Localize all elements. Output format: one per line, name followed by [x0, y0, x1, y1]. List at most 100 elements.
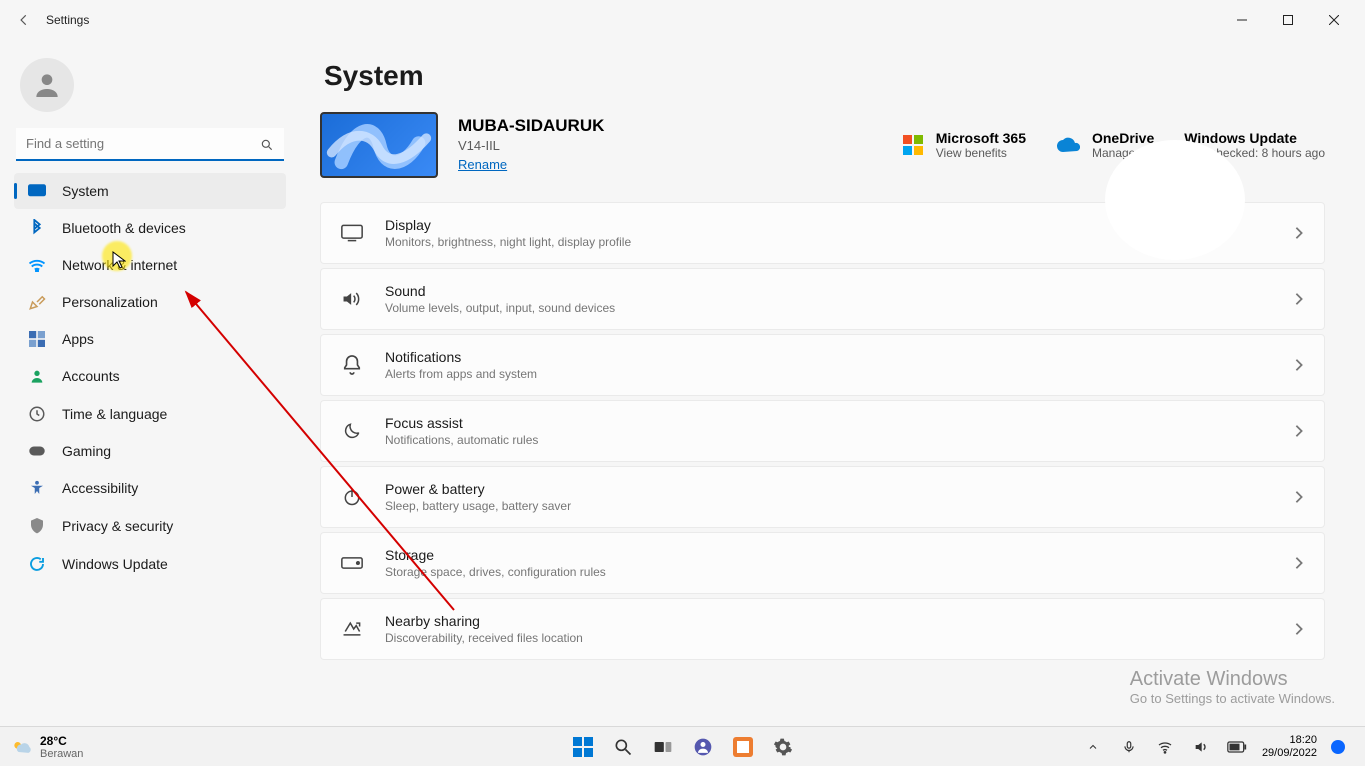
card-desc: Volume levels, output, input, sound devi… — [385, 301, 615, 315]
apps-icon — [28, 331, 46, 347]
content-pane: System MUBA-SIDAURUK V14-IIL Rename — [300, 40, 1365, 726]
device-thumbnail — [320, 112, 438, 178]
weather-widget[interactable]: 28°C Berawan — [40, 734, 83, 760]
taskbar-app-camtasia[interactable] — [732, 736, 754, 758]
taskbar-search-icon[interactable] — [612, 736, 634, 758]
maximize-button[interactable] — [1265, 4, 1311, 36]
tray-chevron-icon[interactable] — [1082, 736, 1104, 758]
sidebar-item-label: Windows Update — [62, 556, 168, 572]
start-button[interactable] — [572, 736, 594, 758]
settings-card-sound[interactable]: Sound Volume levels, output, input, sound… — [320, 268, 1325, 330]
card-title: Display — [385, 217, 631, 233]
window-titlebar: Settings — [0, 0, 1365, 40]
microsoft-365-icon — [902, 134, 924, 156]
chevron-right-icon — [1294, 292, 1304, 306]
sidebar-item-label: Gaming — [62, 443, 111, 459]
time-icon — [28, 405, 46, 423]
search-input[interactable] — [16, 128, 284, 161]
sidebar-item-label: Time & language — [62, 406, 167, 422]
sidebar-item-apps[interactable]: Apps — [14, 321, 286, 357]
onedrive-icon — [1056, 137, 1080, 153]
sidebar-item-accessibility[interactable]: Accessibility — [14, 469, 286, 507]
sidebar-item-label: System — [62, 183, 109, 199]
taskbar-app-settings[interactable] — [772, 736, 794, 758]
settings-card-power[interactable]: Power & battery Sleep, battery usage, bat… — [320, 466, 1325, 528]
power-icon — [341, 486, 363, 508]
settings-card-storage[interactable]: Storage Storage space, drives, configurat… — [320, 532, 1325, 594]
sidebar-item-accounts[interactable]: Accounts — [14, 357, 286, 395]
focus-icon — [341, 421, 363, 441]
chevron-right-icon — [1294, 622, 1304, 636]
device-hero: MUBA-SIDAURUK V14-IIL Rename Microsoft 3… — [320, 112, 1325, 178]
card-title: Power & battery — [385, 481, 571, 497]
weather-temp: 28°C — [40, 734, 83, 748]
search-icon — [260, 138, 274, 152]
card-desc: Notifications, automatic rules — [385, 433, 538, 447]
m365-title: Microsoft 365 — [936, 130, 1026, 146]
sidebar-item-label: Privacy & security — [62, 518, 173, 534]
personalization-icon — [28, 293, 46, 311]
clock-time: 18:20 — [1262, 734, 1317, 747]
chevron-right-icon — [1294, 424, 1304, 438]
task-view-icon[interactable] — [652, 736, 674, 758]
privacy-icon — [28, 517, 46, 535]
bluetooth-icon — [28, 219, 46, 237]
chevron-right-icon — [1294, 490, 1304, 504]
notifications-icon — [341, 354, 363, 376]
nearby-icon — [341, 619, 363, 639]
card-desc: Discoverability, received files location — [385, 631, 583, 645]
network-icon — [28, 258, 46, 272]
volume-icon[interactable] — [1190, 736, 1212, 758]
settings-card-focus[interactable]: Focus assist Notifications, automatic rul… — [320, 400, 1325, 462]
page-title: System — [324, 60, 1325, 92]
wifi-icon[interactable] — [1154, 736, 1176, 758]
display-icon — [341, 224, 363, 242]
system-icon — [28, 184, 46, 198]
search-box[interactable] — [16, 128, 284, 161]
card-title: Nearby sharing — [385, 613, 583, 629]
card-desc: Monitors, brightness, night light, displ… — [385, 235, 631, 249]
card-title: Storage — [385, 547, 606, 563]
rename-link[interactable]: Rename — [458, 157, 507, 172]
window-title: Settings — [46, 13, 89, 27]
sidebar-item-bluetooth[interactable]: Bluetooth & devices — [14, 209, 286, 247]
card-title: Focus assist — [385, 415, 538, 431]
notification-center-icon[interactable] — [1331, 740, 1345, 754]
card-title: Sound — [385, 283, 615, 299]
accounts-icon — [28, 367, 46, 385]
close-button[interactable] — [1311, 4, 1357, 36]
sidebar-item-personalization[interactable]: Personalization — [14, 283, 286, 321]
mouse-cursor-icon — [112, 251, 126, 269]
update-icon — [28, 555, 46, 573]
back-button[interactable] — [8, 4, 40, 36]
microphone-icon[interactable] — [1118, 736, 1140, 758]
onedrive-title: OneDrive — [1092, 130, 1154, 146]
account-header[interactable] — [14, 50, 286, 124]
sidebar-item-update[interactable]: Windows Update — [14, 545, 286, 583]
sidebar-item-time[interactable]: Time & language — [14, 395, 286, 433]
device-model: V14-IIL — [458, 138, 604, 153]
update-title: Windows Update — [1184, 130, 1325, 146]
sound-icon — [341, 290, 363, 308]
sidebar: System Bluetooth & devicesNetwork & inter… — [0, 40, 300, 726]
chevron-right-icon — [1294, 358, 1304, 372]
settings-card-nearby[interactable]: Nearby sharing Discoverability, received … — [320, 598, 1325, 660]
clock[interactable]: 18:20 29/09/2022 — [1262, 734, 1317, 759]
card-desc: Sleep, battery usage, battery saver — [385, 499, 571, 513]
sidebar-item-privacy[interactable]: Privacy & security — [14, 507, 286, 545]
minimize-button[interactable] — [1219, 4, 1265, 36]
hero-card-m365[interactable]: Microsoft 365 View benefits — [902, 130, 1026, 160]
sidebar-item-network[interactable]: Network & internet — [14, 247, 286, 283]
weather-icon — [10, 736, 32, 758]
weather-cond: Berawan — [40, 748, 83, 760]
sidebar-item-label: Personalization — [62, 294, 158, 310]
gaming-icon — [28, 444, 46, 458]
settings-card-notifications[interactable]: NotificationsAlerts from apps and system — [320, 334, 1325, 396]
taskbar-app-teams[interactable] — [692, 736, 714, 758]
battery-icon[interactable] — [1226, 736, 1248, 758]
sidebar-item-label: Apps — [62, 331, 94, 347]
sidebar-item-gaming[interactable]: Gaming — [14, 433, 286, 469]
sidebar-item-system[interactable]: System — [14, 173, 286, 209]
sidebar-item-label: Accounts — [62, 368, 120, 384]
card-desc: Storage space, drives, configuration rul… — [385, 565, 606, 579]
